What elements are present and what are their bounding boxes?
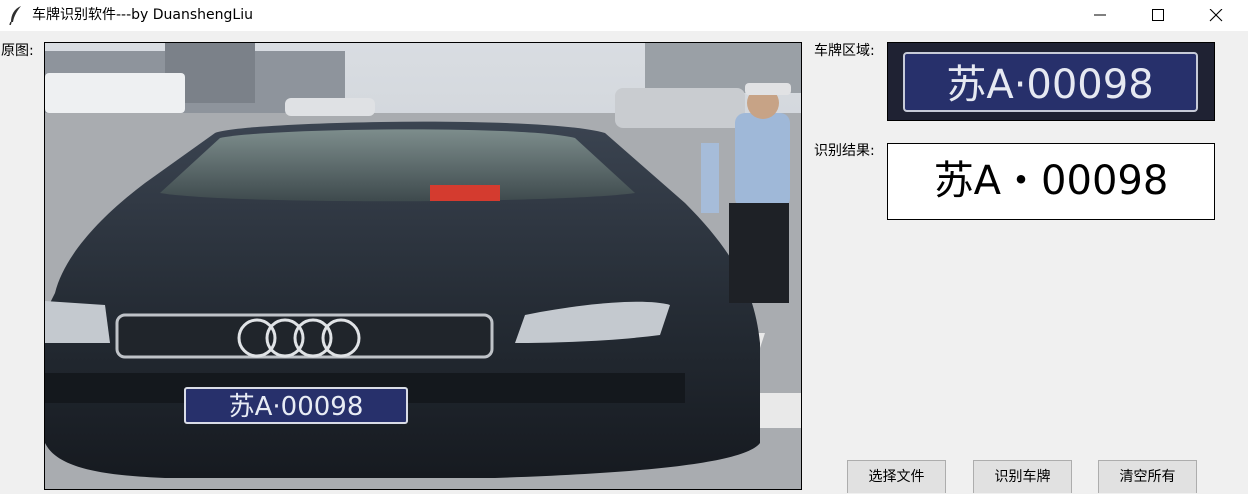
svg-text:苏A·00098: 苏A·00098 [229,392,364,422]
recognition-result-label: 识别结果: [814,143,875,159]
result-box: 苏A・00098 [887,143,1215,220]
plate-crop: 苏A·00098 [888,43,1214,120]
clear-all-button[interactable]: 清空所有 [1098,460,1197,493]
plate-text: 苏A·00098 [946,62,1153,108]
plate-region-label: 车牌区域: [814,43,875,59]
maximize-icon [1152,9,1164,21]
close-icon [1209,9,1223,22]
title-bar: 车牌识别软件---by DuanshengLiu [0,0,1248,31]
select-file-button[interactable]: 选择文件 [847,460,946,493]
original-image: 苏A·00098 [44,42,802,490]
feather-icon [8,5,24,26]
close-button[interactable] [1187,0,1245,31]
original-image-label: 原图: [1,43,34,59]
maximize-button[interactable] [1129,0,1187,31]
minimize-icon [1094,14,1106,16]
window-title: 车牌识别软件---by DuanshengLiu [32,7,253,23]
result-text: 苏A・00098 [933,158,1169,204]
car-photo: 苏A·00098 [45,43,801,489]
minimize-button[interactable] [1071,0,1129,31]
plate-region-image: 苏A·00098 [887,42,1215,121]
recognize-plate-button[interactable]: 识别车牌 [973,460,1072,493]
